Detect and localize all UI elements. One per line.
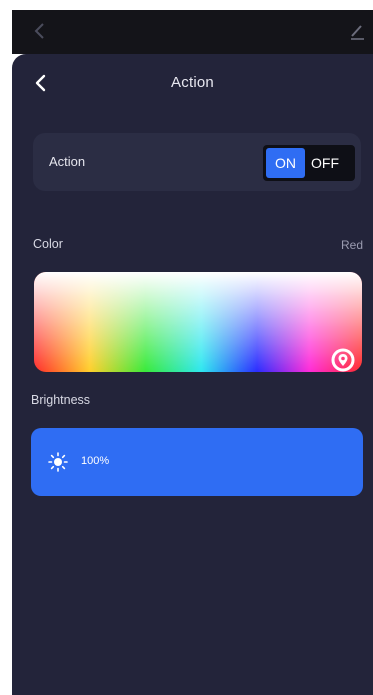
page-title: Action (171, 74, 214, 91)
action-setting-row: Action ON OFF (33, 133, 361, 191)
color-picker[interactable] (34, 272, 362, 372)
action-label: Action (49, 154, 86, 169)
color-value: Red (340, 238, 363, 252)
brightness-label: Brightness (31, 393, 91, 407)
brightness-slider[interactable]: 100% (31, 428, 363, 496)
chevron-left-icon[interactable] (30, 20, 50, 42)
action-panel: Action Action ON OFF Color Red Brightnes… (12, 54, 373, 695)
color-label: Color (33, 237, 63, 251)
pen-icon[interactable] (347, 20, 367, 42)
on-off-toggle[interactable]: ON OFF (263, 145, 355, 181)
saturation-overlay (34, 272, 362, 372)
toggle-on-option[interactable]: ON (266, 148, 305, 178)
location-pin-icon[interactable] (329, 346, 357, 372)
toggle-off-option[interactable]: OFF (305, 155, 345, 171)
sun-icon (48, 452, 68, 472)
top-status-bar (12, 10, 373, 54)
brightness-value: 100% (81, 455, 110, 467)
